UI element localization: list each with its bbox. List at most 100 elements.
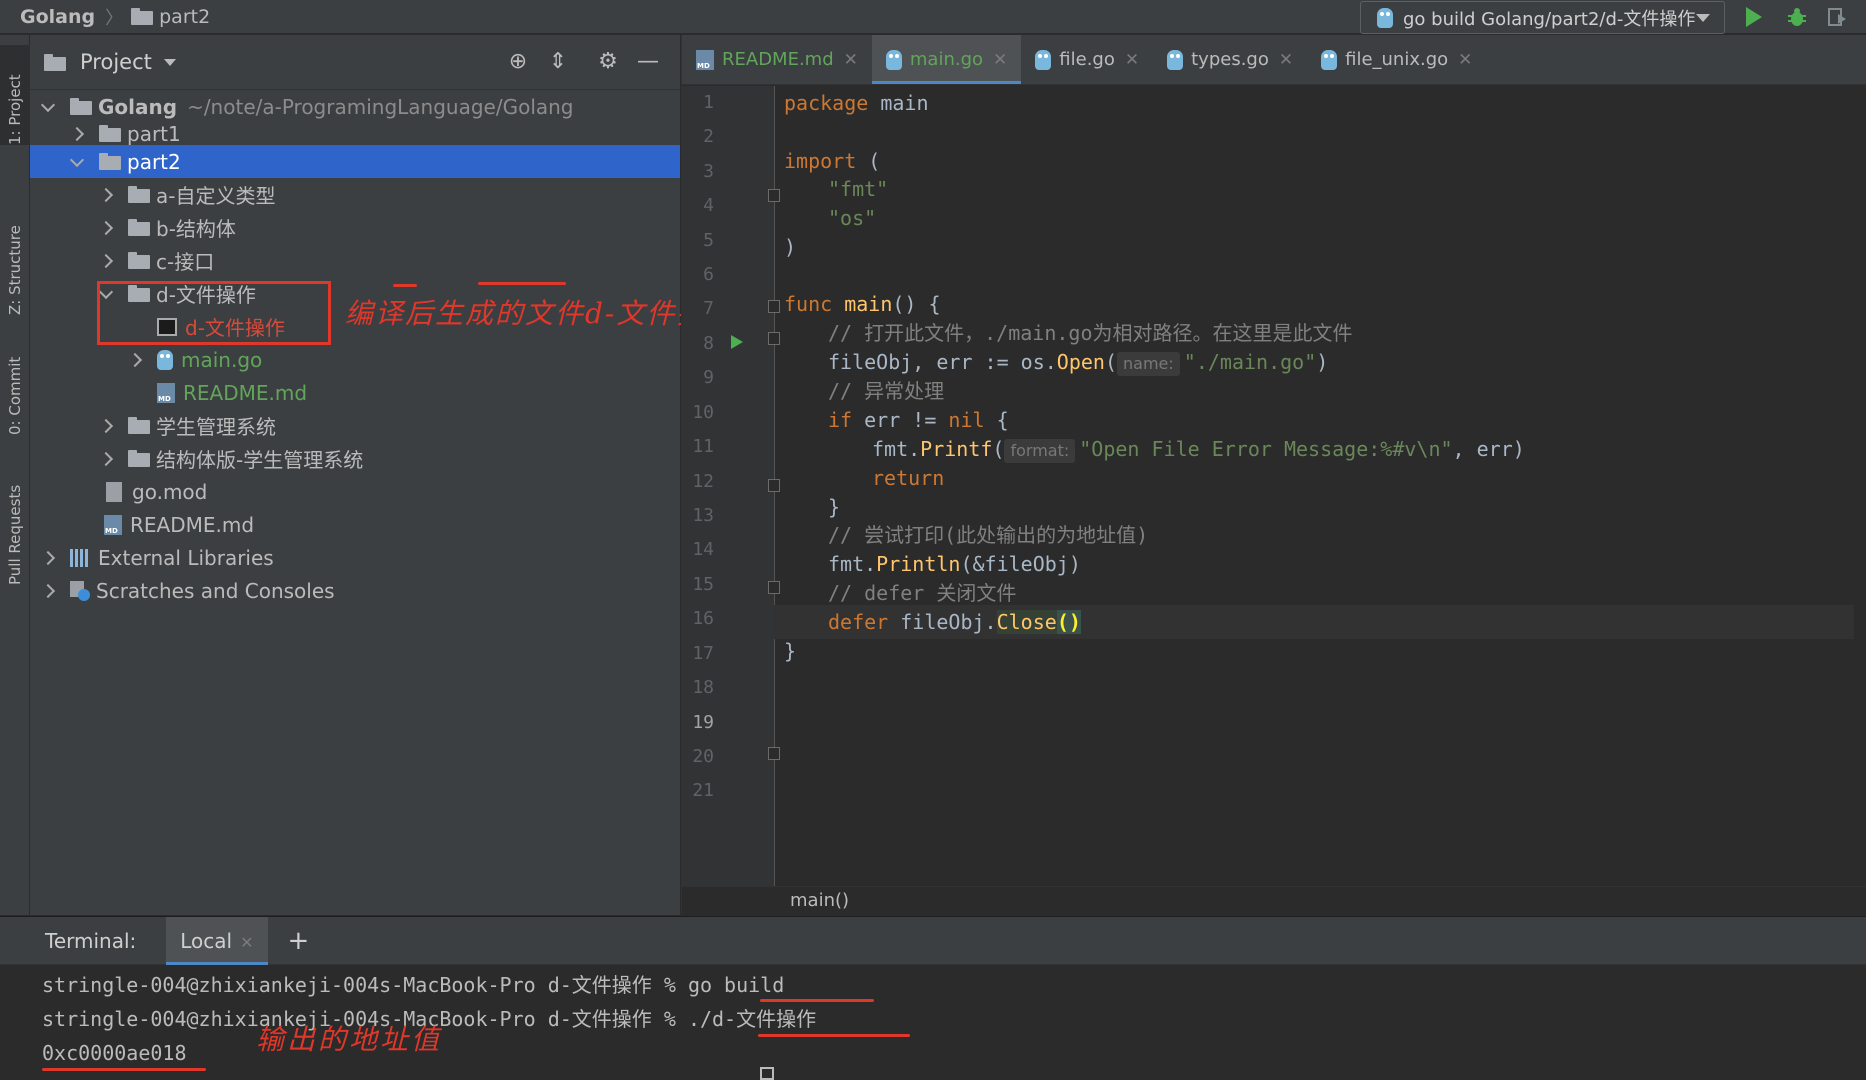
line-number: 12 xyxy=(692,471,714,492)
folder-icon xyxy=(128,219,150,236)
code-token: "./main.go" xyxy=(1183,350,1317,374)
run-configuration-select[interactable]: go build Golang/part2/d-文件操作 xyxy=(1360,1,1725,34)
chevron-right-icon[interactable] xyxy=(98,452,112,466)
close-icon[interactable]: ✕ xyxy=(844,50,858,70)
folder-icon xyxy=(128,417,150,434)
code-token: return xyxy=(872,466,945,490)
code-token: err != xyxy=(852,408,949,432)
chevron-right-icon[interactable] xyxy=(40,551,54,565)
collapse-all-icon[interactable]: ⇕ xyxy=(546,51,570,75)
add-terminal-icon[interactable]: + xyxy=(288,926,310,956)
line-number: 21 xyxy=(692,780,714,801)
close-icon[interactable]: ✕ xyxy=(1458,50,1472,70)
breadcrumb-root[interactable]: Golang xyxy=(20,6,95,28)
code-token: Printf xyxy=(920,437,993,461)
code-token: "Open File Error Message:%#v\n" xyxy=(1079,437,1453,461)
close-icon[interactable]: ✕ xyxy=(1125,50,1139,70)
tab-types-go[interactable]: types.go ✕ xyxy=(1153,35,1307,84)
navigation-bar: Golang 〉 part2 go build Golang/part2/d-文… xyxy=(0,0,1866,34)
scratches-icon xyxy=(70,580,90,601)
fold-marker-icon[interactable] xyxy=(768,479,780,492)
commit-tool-tab[interactable]: 0: Commit xyxy=(0,335,30,435)
code-area[interactable]: package main import ( "fmt" "os" ) func … xyxy=(774,86,1864,886)
code-token: ) xyxy=(784,235,797,259)
close-icon[interactable]: ✕ xyxy=(1279,50,1293,70)
chevron-down-icon[interactable] xyxy=(163,58,176,66)
tree-item-label: Scratches and Consoles xyxy=(96,578,335,603)
terminal-tab-local[interactable]: Local ✕ xyxy=(166,916,268,965)
folder-icon xyxy=(128,186,150,203)
chevron-down-icon xyxy=(1696,14,1710,22)
structure-tool-tab-label: Z: Structure xyxy=(6,225,24,315)
code-token: main xyxy=(868,91,929,115)
line-number-gutter: 1 2 3 4 5 6 7 8 9 10 11 12 13 14 15 16 1… xyxy=(682,86,774,886)
tab-file-unix-go[interactable]: file_unix.go ✕ xyxy=(1307,35,1486,84)
code-token: ( xyxy=(1104,350,1118,374)
project-panel-title[interactable]: Project xyxy=(80,50,152,74)
tree-item-c-interfaces[interactable]: c-接口 xyxy=(30,244,680,277)
editor-breadcrumb[interactable]: main() xyxy=(682,886,1866,915)
fold-marker-icon[interactable] xyxy=(768,747,780,760)
structure-tool-tab[interactable]: Z: Structure xyxy=(0,195,30,315)
code-token: () { xyxy=(892,292,941,316)
run-icon[interactable] xyxy=(1746,7,1762,27)
code-token: func xyxy=(784,292,833,316)
locate-icon[interactable]: ⊕ xyxy=(506,51,530,75)
tree-item-external-libraries[interactable]: External Libraries xyxy=(30,541,680,574)
tree-item-a-custom-types[interactable]: a-自定义类型 xyxy=(30,178,680,211)
code-token: ( xyxy=(856,149,881,173)
line-number: 1 xyxy=(703,92,714,113)
chevron-down-icon[interactable] xyxy=(69,155,83,169)
tree-item-readme-inner[interactable]: README.md xyxy=(30,376,680,409)
tree-item-scratches[interactable]: Scratches and Consoles xyxy=(30,574,680,607)
fold-marker-icon[interactable] xyxy=(768,332,780,345)
chevron-right-icon[interactable] xyxy=(69,127,83,141)
go-file-icon xyxy=(1035,49,1052,70)
fold-marker-icon[interactable] xyxy=(768,581,780,594)
project-panel-header: Project ⊕ ⇕ ⚙ — xyxy=(30,35,680,90)
fold-marker-icon[interactable] xyxy=(768,300,780,313)
tab-file-go[interactable]: file.go ✕ xyxy=(1021,35,1153,84)
line-number: 4 xyxy=(703,195,714,216)
pull-requests-tool-tab[interactable]: Pull Requests xyxy=(0,455,30,585)
tree-item-struct-student-mgmt[interactable]: 结构体版-学生管理系统 xyxy=(30,442,680,475)
tree-item-go-mod[interactable]: go.mod xyxy=(30,475,680,508)
close-icon[interactable]: ✕ xyxy=(993,50,1007,70)
tab-main-go[interactable]: main.go ✕ xyxy=(871,35,1022,84)
code-token: Println xyxy=(876,552,961,576)
code-token: // 异常处理 xyxy=(828,379,945,403)
project-tool-tab[interactable]: 1: Project xyxy=(0,45,30,145)
hide-icon[interactable]: — xyxy=(636,51,660,75)
tree-item-student-mgmt[interactable]: 学生管理系统 xyxy=(30,409,680,442)
run-gutter-icon[interactable] xyxy=(731,335,743,349)
code-token: fileObj. xyxy=(888,610,997,634)
debug-bug-icon[interactable] xyxy=(1786,6,1808,28)
code-token: Open xyxy=(1056,350,1105,374)
chevron-right-icon[interactable] xyxy=(98,419,112,433)
code-token: fmt. xyxy=(828,552,877,576)
terminal-title: Terminal: xyxy=(45,928,137,953)
run-with-coverage-icon[interactable] xyxy=(1826,6,1848,28)
tree-item-b-structs[interactable]: b-结构体 xyxy=(30,211,680,244)
tree-item-part2[interactable]: part2 xyxy=(30,145,680,178)
library-icon xyxy=(70,548,90,567)
chevron-right-icon[interactable] xyxy=(98,221,112,235)
breadcrumb-child[interactable]: part2 xyxy=(159,6,210,28)
tree-item-label: go.mod xyxy=(132,479,208,504)
tab-readme-md[interactable]: README.md ✕ xyxy=(682,35,872,84)
chevron-right-icon[interactable] xyxy=(40,584,54,598)
line-number: 18 xyxy=(692,677,714,698)
chevron-down-icon[interactable] xyxy=(40,100,54,114)
fold-marker-icon[interactable] xyxy=(768,189,780,202)
code-token: } xyxy=(784,639,797,663)
tree-item-label: 结构体版-学生管理系统 xyxy=(156,448,364,472)
tree-item-readme[interactable]: README.md xyxy=(30,508,680,541)
code-token: nil xyxy=(948,408,985,432)
terminal-header: Terminal: Local ✕ + xyxy=(0,916,1866,965)
gear-icon[interactable]: ⚙ xyxy=(596,51,620,75)
close-icon[interactable]: ✕ xyxy=(240,933,253,952)
chevron-right-icon[interactable] xyxy=(127,353,141,367)
chevron-right-icon[interactable] xyxy=(98,188,112,202)
tree-item-main-go[interactable]: main.go xyxy=(30,343,680,376)
chevron-right-icon[interactable] xyxy=(98,254,112,268)
